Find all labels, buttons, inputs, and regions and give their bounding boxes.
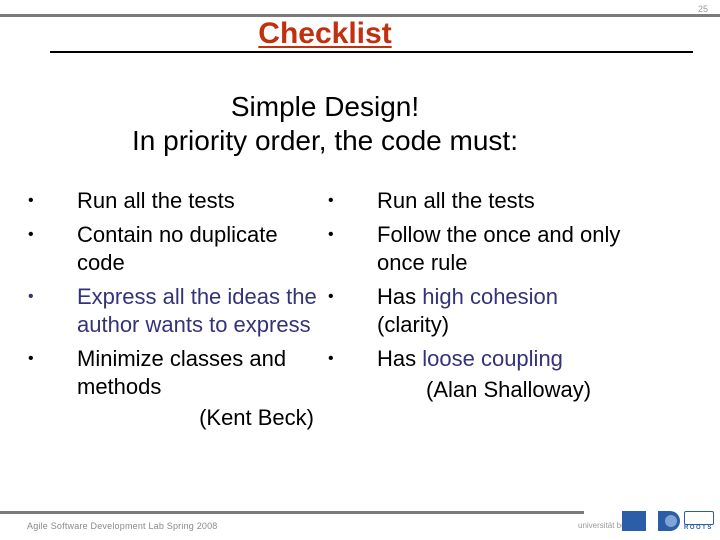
list-item: • Run all the tests [328,187,628,215]
roots-houses-icon [684,511,714,525]
attribution-alan-shalloway: (Alan Shalloway) [426,377,592,402]
footer-logos: universität bonn ROOTS [576,509,716,535]
footer-course-label: Agile Software Development Lab Spring 20… [27,521,218,531]
list-item: • Has loose coupling [328,345,628,373]
left-column: • Run all the tests • Contain no duplica… [28,187,328,432]
subtitle: Simple Design! In priority order, the co… [0,90,650,158]
item-text: Run all the tests [377,188,535,213]
bullet-icon: • [28,350,34,367]
slide-title: Checklist [258,17,392,50]
item-text: Run all the tests [77,188,235,213]
bullet-icon: • [28,192,34,209]
roots-logo-icon: ROOTS [684,511,714,533]
item-suffix: (clarity) [377,312,450,337]
list-item: • Has high cohesion (clarity) [328,283,628,339]
bullet-icon: • [328,350,334,367]
list-item: • Minimize classes and methods [28,345,328,401]
title-underline-rule [50,51,693,53]
item-text: Follow the once and only once rule [377,222,621,275]
subtitle-line-2: In priority order, the code must: [132,125,518,156]
bullet-icon: • [28,226,34,243]
list-item: • Contain no duplicate code [28,221,328,277]
item-highlight: high cohesion [422,284,559,309]
item-highlight: loose coupling [422,346,563,371]
right-column: • Run all the tests • Follow the once an… [328,187,628,404]
item-text: Contain no duplicate code [77,222,278,275]
page-number: 25 [697,4,708,14]
item-text: Minimize classes and methods [77,346,287,399]
roots-logo-text: ROOTS [684,525,713,531]
bullet-icon: • [328,192,334,209]
bullet-icon: • [328,288,334,305]
bullet-icon: • [328,226,334,243]
subtitle-line-1: Simple Design! [230,91,420,122]
list-item: • Express all the ideas the author wants… [28,283,328,339]
item-prefix: Has [377,346,423,371]
item-prefix: Has [377,284,423,309]
bonn-logo-icon [622,511,646,531]
list-item: • Follow the once and only once rule [328,221,628,277]
bullet-icon: • [28,288,34,305]
item-text: Express all the ideas the author wants t… [77,284,317,337]
attribution-kent-beck: (Kent Beck) [199,405,314,430]
list-item: • Run all the tests [28,187,328,215]
bottom-divider [0,511,584,514]
d-logo-icon [658,511,680,531]
